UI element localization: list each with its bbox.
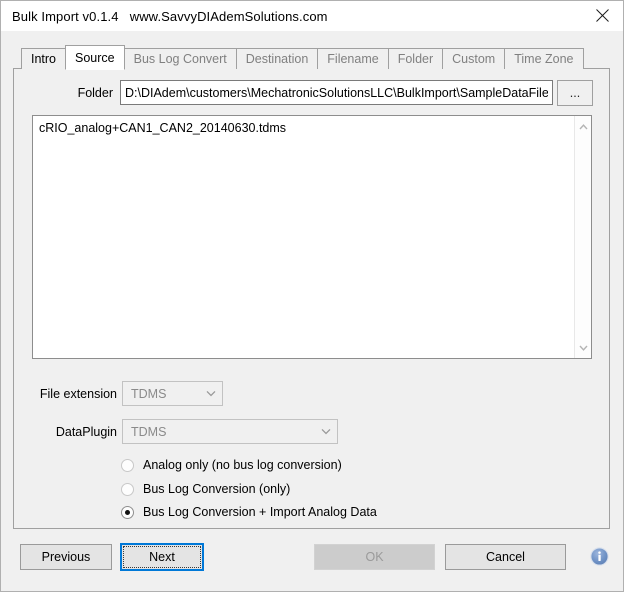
radio-mark [121,458,134,472]
bulk-import-window: Bulk Import v0.1.4 www.SavvyDIAdemSoluti… [0,0,624,592]
tab-bus-log-convert[interactable]: Bus Log Convert [123,48,237,69]
tab-source[interactable]: Source [65,45,125,70]
tab-intro[interactable]: Intro [21,48,67,69]
tab-filename[interactable]: Filename [317,48,389,69]
chevron-up-icon[interactable] [575,118,592,135]
folder-path-input[interactable] [120,80,553,105]
file-list[interactable]: cRIO_analog+CAN1_CAN2_20140630.tdms [32,115,592,359]
chevron-down-icon [200,382,222,405]
file-extension-label: File extension [39,387,117,401]
radio-analog-only[interactable]: Analog only (no bus log conversion) [121,458,342,472]
radio-label: Bus Log Conversion (only) [143,482,291,496]
radio-mark-selected [121,505,134,519]
previous-button[interactable]: Previous [20,544,112,570]
chevron-down-glyph [206,390,216,397]
tab-strip: Intro Source Bus Log Convert Destination… [21,45,584,70]
dataplugin-select[interactable]: TDMS [122,419,338,444]
file-extension-select[interactable]: TDMS [122,381,223,406]
chevron-down-glyph [321,428,331,435]
folder-label: Folder [77,86,113,100]
title-bar: Bulk Import v0.1.4 www.SavvyDIAdemSoluti… [1,1,623,31]
radio-mark [121,482,134,496]
file-list-scrollbar[interactable] [574,116,591,358]
dataplugin-label: DataPlugin [55,425,117,439]
next-button[interactable]: Next [120,543,204,571]
chevron-down-glyph [579,345,588,351]
radio-label: Bus Log Conversion + Import Analog Data [143,505,377,519]
radio-bus-log-conversion-only[interactable]: Bus Log Conversion (only) [121,482,290,496]
file-list-items: cRIO_analog+CAN1_CAN2_20140630.tdms [33,116,574,358]
cancel-button[interactable]: Cancel [445,544,566,570]
chevron-down-icon [315,420,337,443]
next-button-label: Next [123,546,201,568]
tab-folder[interactable]: Folder [387,48,444,69]
radio-bus-log-conversion-plus-analog[interactable]: Bus Log Conversion + Import Analog Data [121,505,377,519]
radio-label: Analog only (no bus log conversion) [143,458,342,472]
dataplugin-value: TDMS [131,424,167,439]
close-icon[interactable] [579,1,623,30]
list-item[interactable]: cRIO_analog+CAN1_CAN2_20140630.tdms [39,120,574,137]
tab-destination[interactable]: Destination [235,48,319,69]
tab-time-zone[interactable]: Time Zone [504,48,584,69]
tab-custom[interactable]: Custom [442,48,506,69]
chevron-up-glyph [579,123,588,129]
window-title: Bulk Import v0.1.4 www.SavvyDIAdemSoluti… [12,8,328,24]
chevron-down-icon[interactable] [575,339,592,356]
info-glyph [590,547,609,566]
ok-button: OK [314,544,435,570]
info-icon[interactable] [590,547,609,566]
file-extension-value: TDMS [131,386,167,401]
close-glyph [595,9,609,22]
browse-folder-button[interactable]: ... [557,80,593,106]
